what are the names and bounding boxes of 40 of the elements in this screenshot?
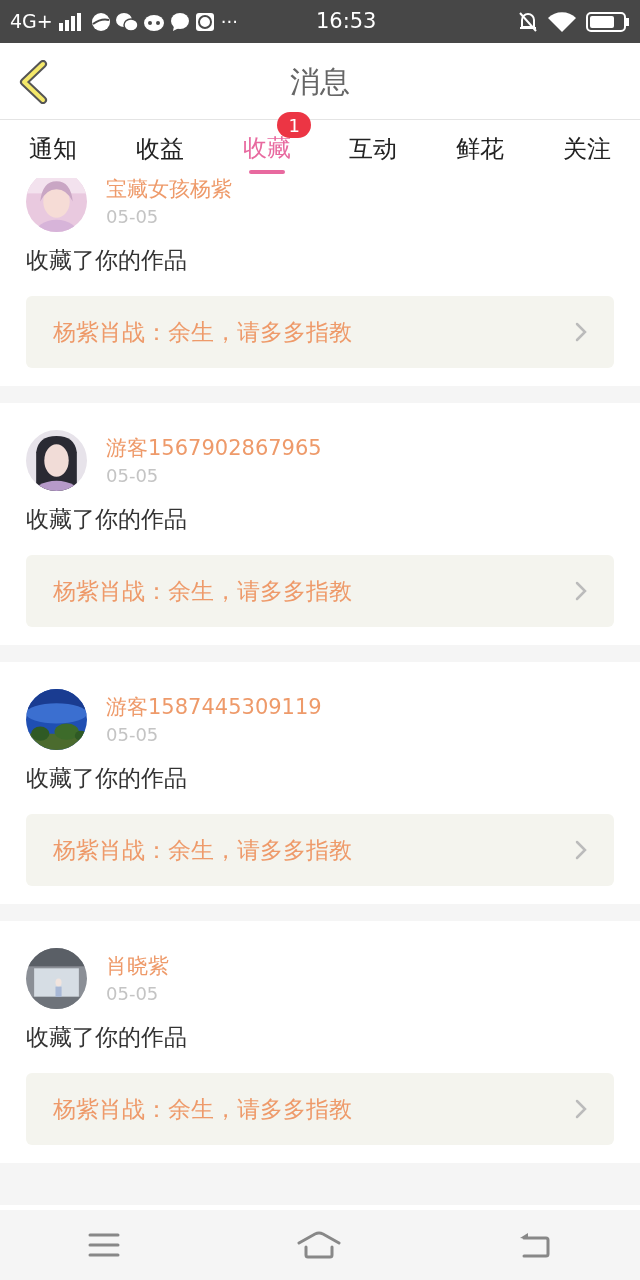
user-name[interactable]: 肖晓紫	[106, 952, 169, 980]
tab[interactable]: 鲜花	[456, 120, 504, 178]
chevron-right-icon	[575, 1099, 587, 1119]
message-date: 05-05	[106, 205, 160, 229]
message-text: 收藏了你的作品	[26, 764, 188, 793]
page-title: 消息	[290, 62, 350, 101]
message-date: 05-05	[106, 464, 160, 488]
battery-icon	[586, 11, 630, 32]
user-name[interactable]: 游客1567902867965	[106, 434, 322, 462]
menu-icon[interactable]	[88, 1233, 121, 1257]
more-label: ···	[220, 10, 238, 34]
clock-label: 16:53	[315, 7, 377, 35]
network-label: 4G+	[10, 9, 53, 35]
work-link[interactable]: 杨紫肖战：余生，请多多指教	[26, 814, 614, 886]
message-date: 05-05	[106, 982, 160, 1006]
chevron-right-icon	[575, 581, 587, 601]
user-name[interactable]: 宝藏女孩杨紫	[106, 178, 232, 203]
work-link[interactable]: 杨紫肖战：余生，请多多指教	[26, 1073, 614, 1145]
message-text: 收藏了你的作品	[26, 505, 188, 534]
chevron-right-icon	[575, 322, 587, 342]
message-text: 收藏了你的作品	[26, 246, 188, 275]
signal-icon	[58, 12, 83, 31]
message-date: 05-05	[106, 723, 160, 747]
cat-icon	[142, 12, 165, 31]
user-name[interactable]: 游客1587445309119	[106, 693, 322, 721]
home-icon[interactable]	[297, 1231, 341, 1259]
back-icon[interactable]	[18, 60, 48, 104]
message-icon	[169, 11, 190, 32]
message-text: 收藏了你的作品	[26, 1023, 188, 1052]
tab[interactable]: 互动	[349, 120, 398, 178]
work-link[interactable]: 杨紫肖战：余生，请多多指教	[26, 296, 614, 368]
tab[interactable]: 收益	[136, 120, 184, 178]
bell-muted-icon	[518, 10, 538, 33]
chevron-right-icon	[575, 840, 587, 860]
tab[interactable]: 关注	[562, 120, 611, 178]
chat-icon	[115, 11, 138, 32]
tab[interactable]: 通知	[29, 120, 78, 178]
tab-indicator	[248, 170, 285, 174]
wifi-icon	[548, 11, 576, 32]
work-link[interactable]: 杨紫肖战：余生，请多多指教	[26, 555, 614, 627]
